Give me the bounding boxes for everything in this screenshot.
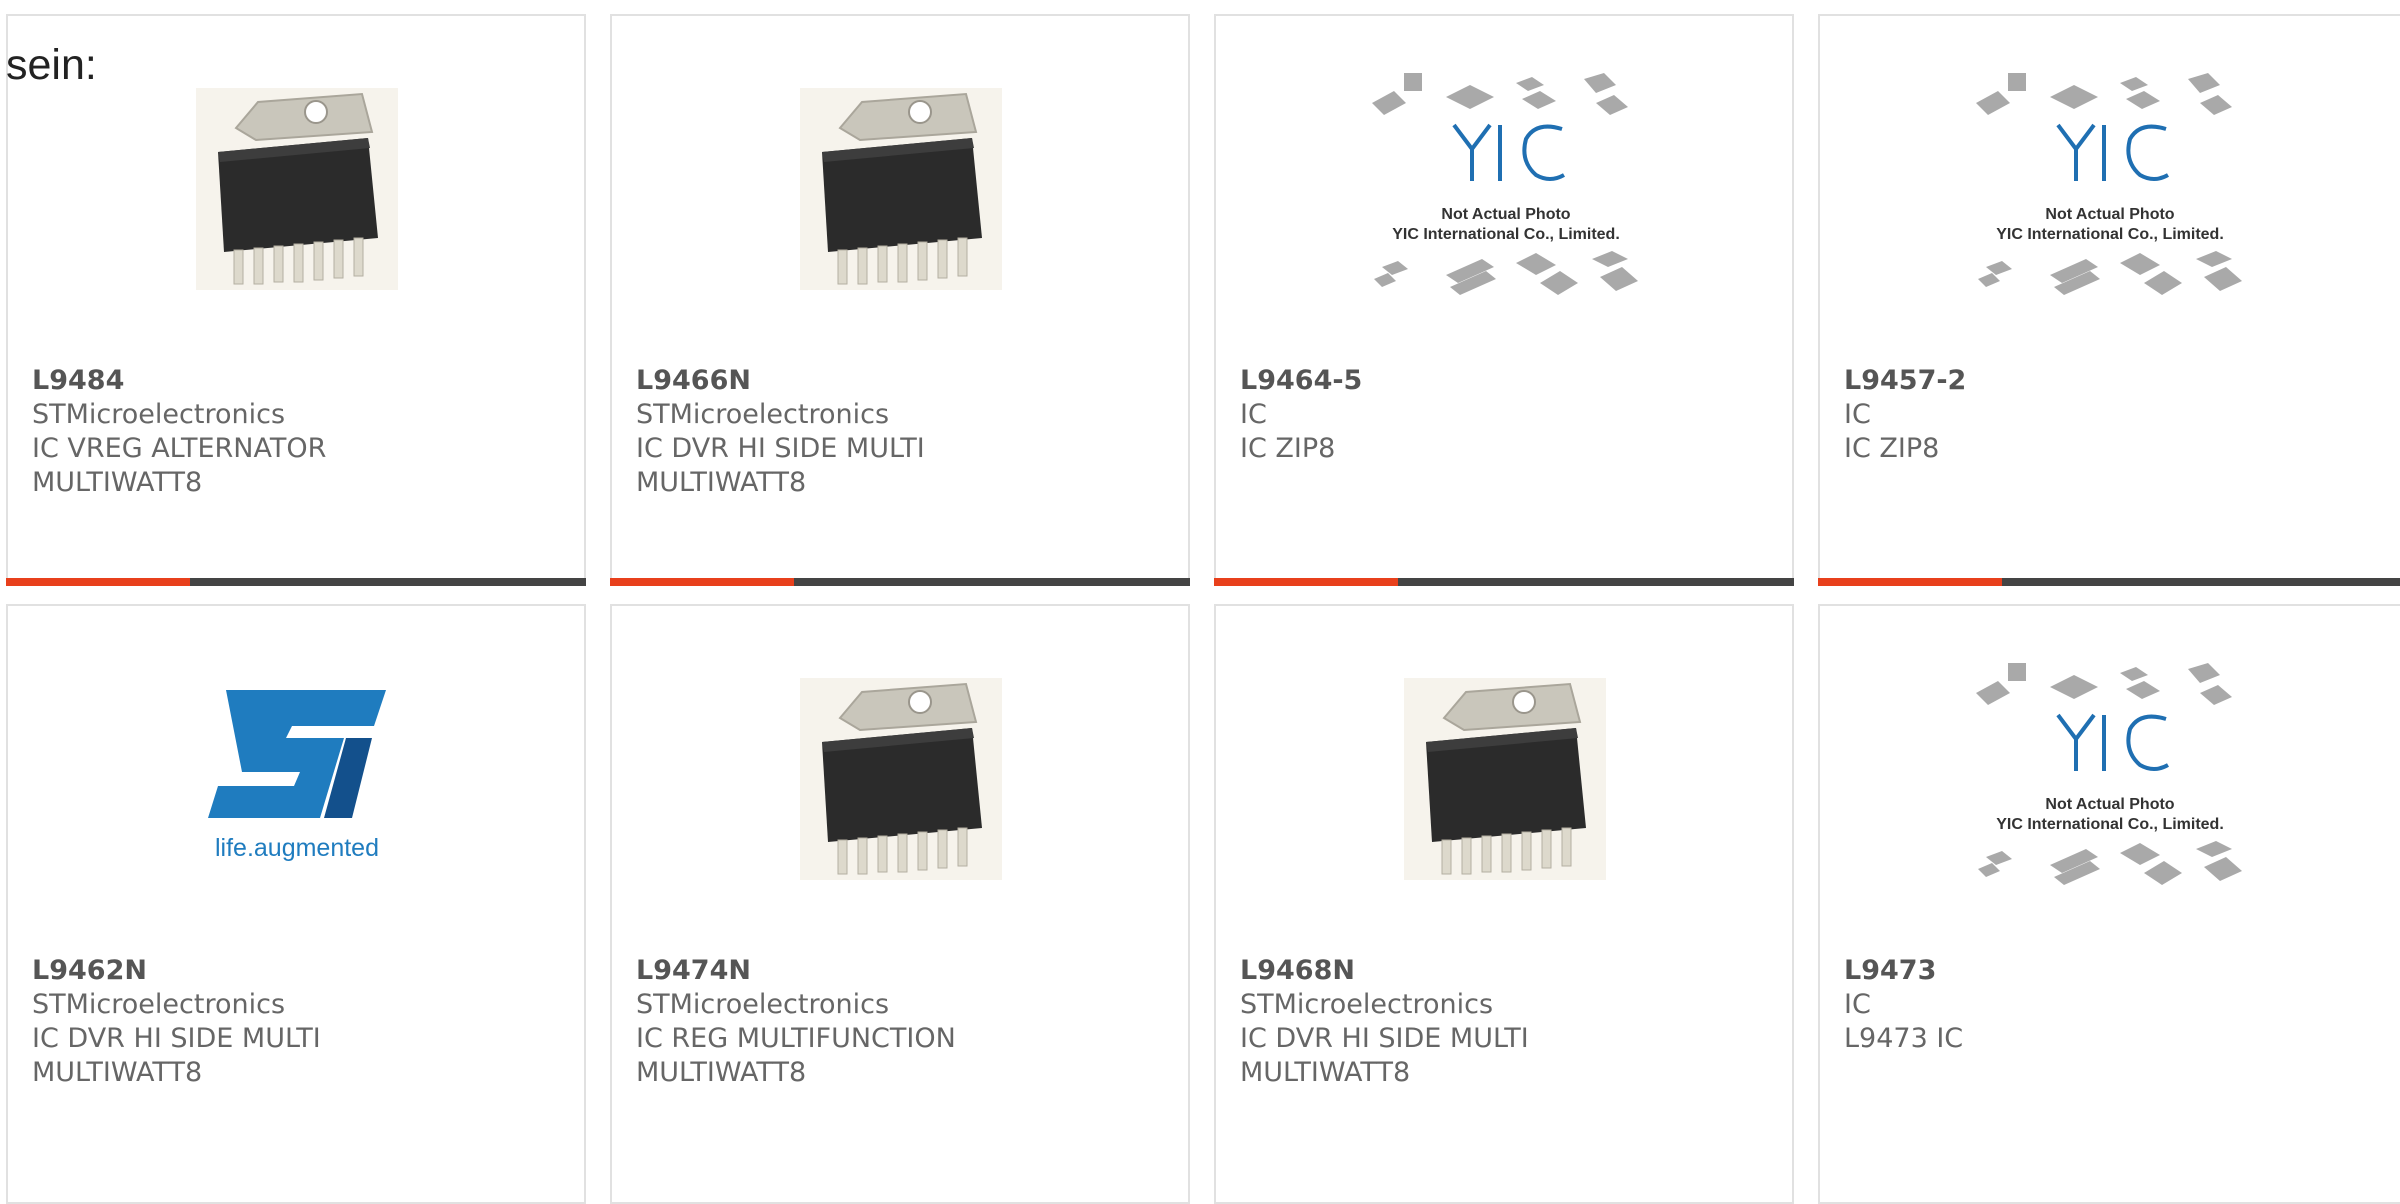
placeholder-text-1: Not Actual Photo: [2045, 796, 2174, 813]
package-line: MULTIWATT8: [636, 1057, 807, 1088]
product-info: L9484 STMicroelectronics IC VREG ALTERNA…: [32, 364, 562, 500]
part-number-link[interactable]: L9462N: [32, 954, 562, 988]
multiwatt-package-icon: [800, 88, 1002, 290]
product-info: L9464-5 IC IC ZIP8: [1240, 364, 1770, 466]
package-line: MULTIWATT8: [636, 467, 807, 498]
card-bottom-bar: [6, 578, 586, 586]
product-info: L9468N STMicroelectronics IC DVR HI SIDE…: [1240, 954, 1770, 1090]
manufacturer: STMicroelectronics: [636, 399, 890, 430]
part-number-link[interactable]: L9464-5: [1240, 364, 1770, 398]
manufacturer: IC: [1240, 399, 1267, 430]
product-card[interactable]: life.augmented L9462N STMicroelectronics…: [6, 604, 586, 1204]
multiwatt-package-icon: [800, 678, 1002, 880]
lead-text: sein:: [6, 41, 97, 89]
multiwatt-package-icon: [1404, 678, 1606, 880]
description-line: L9473 IC: [1844, 1023, 1964, 1054]
st-logo-tagline: life.augmented: [215, 834, 379, 862]
manufacturer: STMicroelectronics: [1240, 989, 1494, 1020]
description-line: IC REG MULTIFUNCTION: [636, 1023, 956, 1054]
description-line: IC DVR HI SIDE MULTI: [32, 1023, 321, 1054]
manufacturer: IC: [1844, 399, 1871, 430]
manufacturer: STMicroelectronics: [636, 989, 890, 1020]
card-bottom-bar: [1818, 578, 2400, 586]
part-number-link[interactable]: L9473: [1844, 954, 2374, 988]
product-image[interactable]: Not Actual Photo YIC International Co., …: [1970, 73, 2250, 295]
card-accent-bar: [1214, 578, 1398, 586]
placeholder-text-1: Not Actual Photo: [2045, 206, 2174, 223]
placeholder-text-1: Not Actual Photo: [1441, 206, 1570, 223]
multiwatt-package-icon: [196, 88, 398, 290]
product-card[interactable]: L9484 STMicroelectronics IC VREG ALTERNA…: [6, 14, 586, 586]
placeholder-text-2: YIC International Co., Limited.: [1392, 226, 1620, 243]
product-card[interactable]: L9474N STMicroelectronics IC REG MULTIFU…: [610, 604, 1190, 1204]
product-info: L9473 IC L9473 IC: [1844, 954, 2374, 1056]
card-accent-bar: [1818, 578, 2002, 586]
description-line: IC DVR HI SIDE MULTI: [636, 433, 925, 464]
yic-placeholder-icon: Not Actual Photo YIC International Co., …: [1372, 73, 1638, 295]
product-card[interactable]: L9466N STMicroelectronics IC DVR HI SIDE…: [610, 14, 1190, 586]
product-image[interactable]: Not Actual Photo YIC International Co., …: [1366, 73, 1646, 295]
yic-placeholder-icon: Not Actual Photo YIC International Co., …: [1976, 73, 2242, 295]
product-card[interactable]: Not Actual Photo YIC International Co., …: [1818, 14, 2400, 586]
yic-placeholder-icon: Not Actual Photo YIC International Co., …: [1976, 663, 2242, 885]
package-line: MULTIWATT8: [32, 1057, 203, 1088]
description-line: IC VREG ALTERNATOR: [32, 433, 327, 464]
package-line: MULTIWATT8: [32, 467, 203, 498]
description-line: IC ZIP8: [1240, 433, 1336, 464]
product-info: L9474N STMicroelectronics IC REG MULTIFU…: [636, 954, 1166, 1090]
card-accent-bar: [6, 578, 190, 586]
product-card[interactable]: Not Actual Photo YIC International Co., …: [1214, 14, 1794, 586]
part-number-link[interactable]: L9468N: [1240, 954, 1770, 988]
part-number-link[interactable]: L9484: [32, 364, 562, 398]
product-image[interactable]: [196, 88, 398, 290]
st-logo-icon: life.augmented: [208, 690, 386, 862]
part-number-link[interactable]: L9466N: [636, 364, 1166, 398]
product-card[interactable]: L9468N STMicroelectronics IC DVR HI SIDE…: [1214, 604, 1794, 1204]
product-info: L9457-2 IC IC ZIP8: [1844, 364, 2374, 466]
product-image[interactable]: life.augmented: [196, 678, 398, 880]
card-bottom-bar: [1214, 578, 1794, 586]
description-line: IC DVR HI SIDE MULTI: [1240, 1023, 1529, 1054]
product-info: L9462N STMicroelectronics IC DVR HI SIDE…: [32, 954, 562, 1090]
manufacturer: STMicroelectronics: [32, 399, 286, 430]
card-bottom-bar: [610, 578, 1190, 586]
card-accent-bar: [610, 578, 794, 586]
product-image[interactable]: [800, 88, 1002, 290]
manufacturer: IC: [1844, 989, 1871, 1020]
part-number-link[interactable]: L9457-2: [1844, 364, 2374, 398]
description-line: IC ZIP8: [1844, 433, 1940, 464]
placeholder-text-2: YIC International Co., Limited.: [1996, 226, 2224, 243]
manufacturer: STMicroelectronics: [32, 989, 286, 1020]
product-image[interactable]: [1404, 678, 1606, 880]
product-grid: L9484 STMicroelectronics IC VREG ALTERNA…: [0, 0, 2400, 1204]
product-info: L9466N STMicroelectronics IC DVR HI SIDE…: [636, 364, 1166, 500]
product-image[interactable]: Not Actual Photo YIC International Co., …: [1970, 663, 2250, 885]
product-image[interactable]: [800, 678, 1002, 880]
part-number-link[interactable]: L9474N: [636, 954, 1166, 988]
product-card[interactable]: Not Actual Photo YIC International Co., …: [1818, 604, 2400, 1204]
package-line: MULTIWATT8: [1240, 1057, 1411, 1088]
placeholder-text-2: YIC International Co., Limited.: [1996, 816, 2224, 833]
